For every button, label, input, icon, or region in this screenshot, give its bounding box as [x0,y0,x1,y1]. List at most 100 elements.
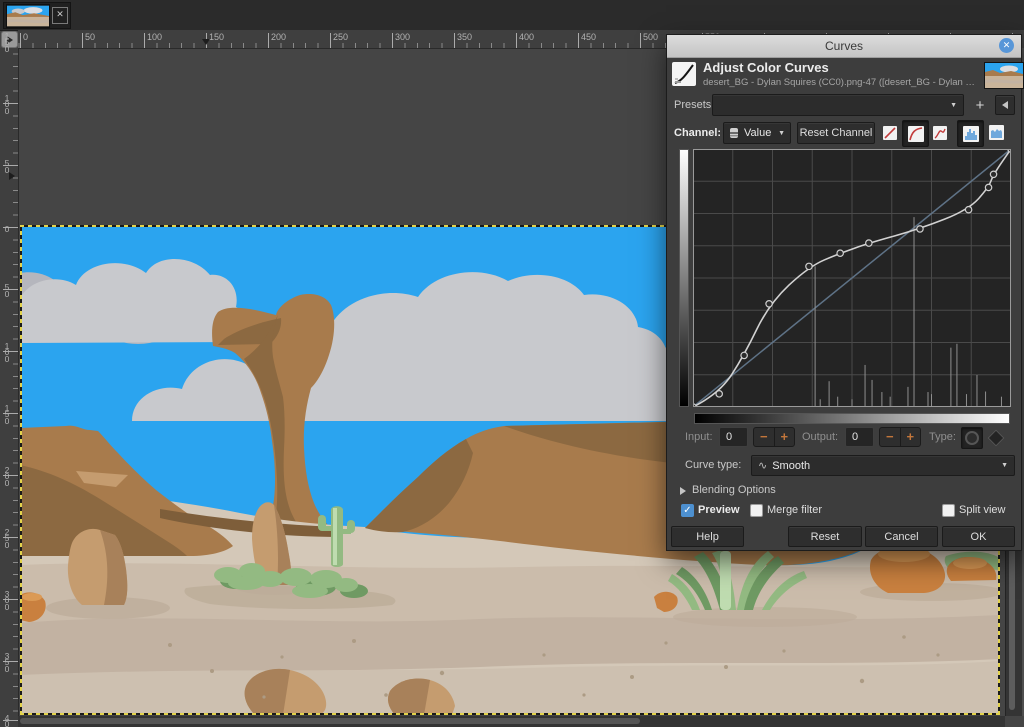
circle-icon [965,431,979,445]
ruler-h-label: 450 [581,32,596,42]
channel-icon [729,127,739,139]
input-label: Input: [685,431,713,443]
layer-boundary-bottom [20,713,1000,715]
horizontal-scrollbar-thumb[interactable] [20,718,640,724]
ok-button[interactable]: OK [942,526,1015,547]
arrow-left-icon [1002,101,1008,109]
output-field[interactable]: 0 [845,427,874,447]
minus-icon[interactable]: − [880,428,900,446]
presets-add-button[interactable]: + [971,94,989,116]
ruler-h-label: 250 [333,32,348,42]
input-gradient-bar [694,413,1010,424]
input-field[interactable]: 0 [719,427,748,447]
channel-label: Channel: [674,127,721,139]
ruler-v-label: 5 0 [3,284,11,297]
ruler-v-label: 5 0 [3,160,11,173]
input-spinner[interactable]: −+ [753,427,795,447]
minus-icon[interactable]: − [754,428,774,446]
wave-icon: ∿ [758,459,767,472]
ruler-h-label: 200 [271,32,286,42]
image-tab-bar: ✕ [0,0,1024,31]
ruler-v-label: 1 5 0 [3,33,11,53]
cancel-button[interactable]: Cancel [865,526,938,547]
curve-linear-button[interactable] [881,124,899,142]
layer-boundary-left [20,225,22,715]
histogram-log-button[interactable] [986,122,1007,143]
ruler-h-label: 300 [395,32,410,42]
ruler-v-label: 1 0 0 [3,343,11,363]
ruler-h-label: 0 [23,32,28,42]
plus-icon[interactable]: + [775,428,795,446]
curves-dialog: Curves ✕ Adjust Color Curves desert_BG -… [666,34,1022,551]
reset-channel-button[interactable]: Reset Channel [797,122,875,144]
curve-type-value: Smooth [772,460,810,472]
chevron-down-icon: ▼ [1001,462,1008,469]
plus-icon[interactable]: + [901,428,921,446]
output-label: Output: [802,431,838,443]
type-label: Type: [929,431,956,443]
preview-checkbox[interactable]: ✓ [681,504,694,517]
check-icon: ✓ [683,505,691,516]
split-view-checkbox[interactable] [942,504,955,517]
curve-type-dropdown[interactable]: ∿ Smooth ▼ [751,455,1015,476]
curve-type-label: Curve type: [685,459,741,471]
ruler-h-label: 400 [519,32,534,42]
plus-icon: + [976,97,985,114]
curve-freehand-button[interactable] [931,124,949,142]
ruler-h-label: 50 [85,32,95,42]
ruler-h-label: 350 [457,32,472,42]
ruler-vertical[interactable]: 1 5 01 0 05 005 01 0 01 5 02 0 02 5 03 0… [0,48,19,727]
point-type-circle-button[interactable] [961,427,983,449]
ruler-v-label: 0 [3,226,11,233]
curve-smooth-button[interactable] [902,120,929,147]
ruler-h-label: 100 [147,32,162,42]
channel-dropdown[interactable]: Value ▼ [723,122,791,144]
ruler-v-label: 2 0 0 [3,467,11,487]
histogram-linear-icon [963,126,979,142]
ruler-v-label: 3 5 0 [3,653,11,673]
gimp-window: ✕ 050100150200250300350400450500550 1 5 … [0,0,1024,727]
chevron-down-icon: ▼ [950,102,957,109]
dialog-title: Curves [667,39,1021,53]
image-tab-thumbnail [6,4,50,28]
preview-label[interactable]: Preview [698,504,740,516]
point-type-diamond-button[interactable] [988,430,1005,447]
ruler-h-label: 150 [209,32,224,42]
image-preview-thumbnail [984,62,1024,89]
image-tab[interactable]: ✕ [3,2,71,29]
ruler-v-label: 1 5 0 [3,405,11,425]
reset-button[interactable]: Reset [788,526,862,547]
merge-filter-checkbox[interactable] [750,504,763,517]
presets-dropdown[interactable]: ▼ [712,94,964,116]
dialog-heading: Adjust Color Curves [703,60,829,75]
triangle-right-icon [680,487,686,495]
curve-plot[interactable] [693,149,1011,407]
chevron-down-icon: ▼ [778,130,785,137]
merge-filter-label[interactable]: Merge filter [767,504,822,516]
curves-icon [672,62,696,86]
presets-label: Presets: [674,99,714,111]
blending-options-label[interactable]: Blending Options [692,484,776,496]
help-button[interactable]: Help [671,526,744,547]
blending-expander-arrow[interactable] [680,487,686,495]
histogram-linear-button[interactable] [957,120,984,147]
presets-menu-button[interactable] [995,95,1015,115]
freehand-curve-icon [933,126,947,140]
dialog-titlebar[interactable]: Curves ✕ [667,35,1021,58]
ruler-h-label: 500 [643,32,658,42]
ruler-v-label: 1 0 0 [3,95,11,115]
histogram-log-icon [989,125,1004,140]
linear-curve-icon [883,126,897,140]
ruler-v-label: 4 0 0 [3,715,11,727]
output-spinner[interactable]: −+ [879,427,921,447]
dialog-close-button[interactable]: ✕ [999,38,1014,53]
dialog-subtitle: desert_BG - Dylan Squires (CC0).png-47 (… [703,77,979,88]
horizontal-scrollbar[interactable] [18,716,1005,727]
ruler-v-label: 2 5 0 [3,529,11,549]
output-gradient-bar [679,149,689,407]
ruler-v-position-marker [9,172,15,180]
split-view-label[interactable]: Split view [959,504,1005,516]
smooth-curve-icon [908,126,924,142]
ruler-v-label: 3 0 0 [3,591,11,611]
tab-close-icon[interactable]: ✕ [52,7,68,24]
